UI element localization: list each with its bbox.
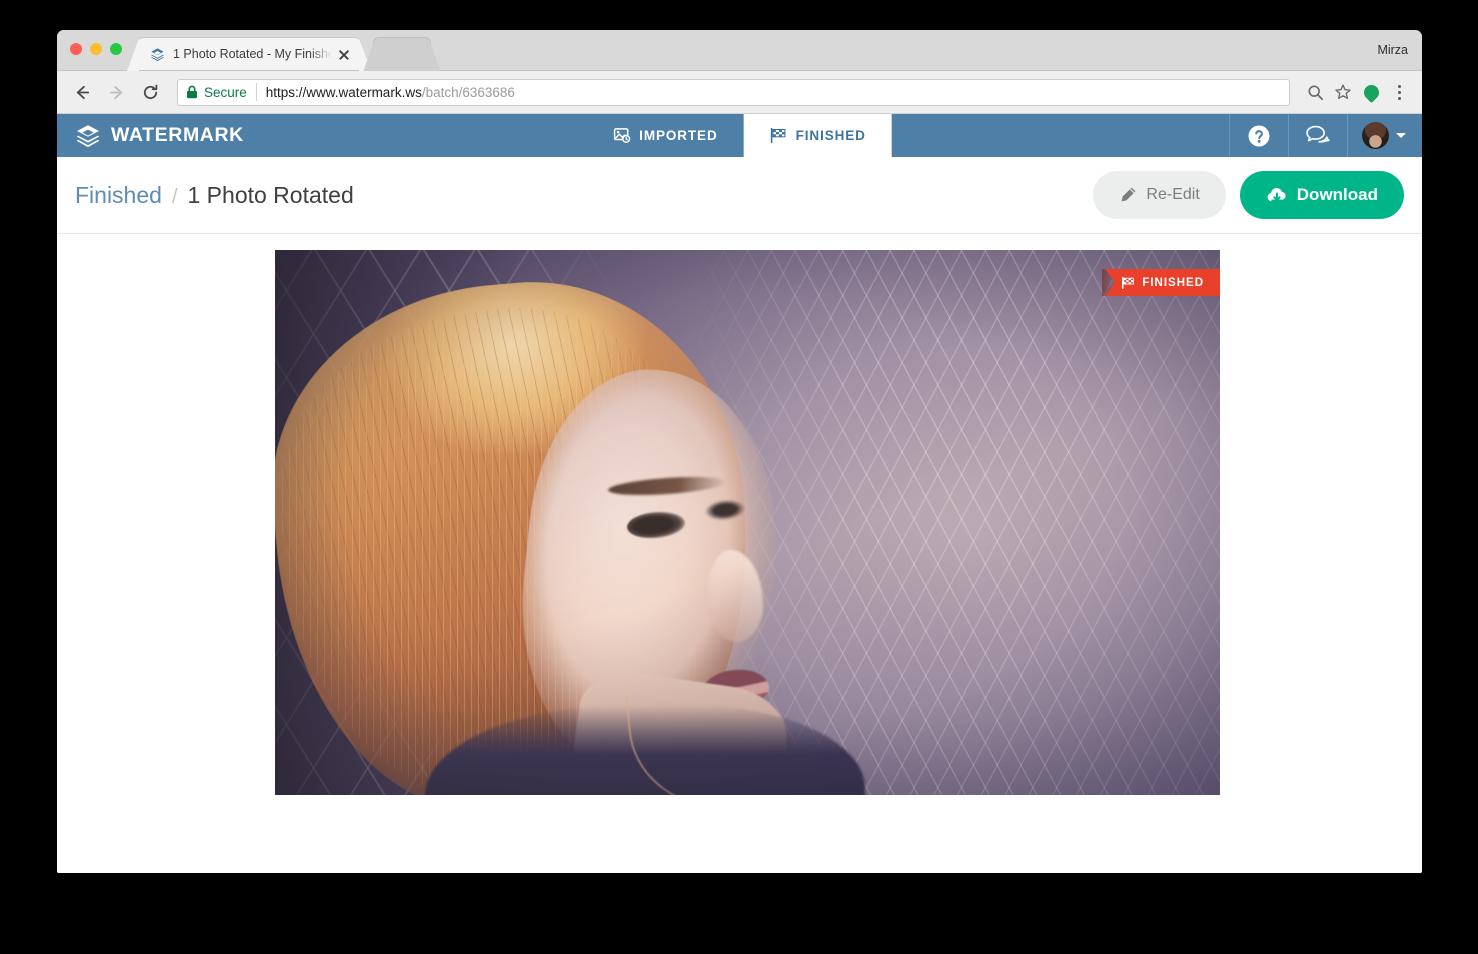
browser-account-button[interactable] [1358,79,1384,105]
arrow-left-icon [76,85,89,99]
tab-imported-label: IMPORTED [639,128,718,143]
lock-icon [186,85,198,99]
page-title: 1 Photo Rotated [187,181,354,208]
browser-tab[interactable]: 1 Photo Rotated - My Finished [137,37,361,70]
arrow-right-icon [109,85,122,99]
brand-logo[interactable]: WATERMARK [57,114,244,157]
checkered-flag-icon [770,128,786,143]
browser-tab-strip: 1 Photo Rotated - My Finished Mirza [57,30,1422,71]
browser-profile-name[interactable]: Mirza [1377,43,1408,57]
account-menu[interactable] [1347,114,1422,157]
page-actions: Re-Edit Download [1093,171,1404,219]
checkered-flag-icon [1122,276,1135,289]
browser-window: 1 Photo Rotated - My Finished Mirza Secu… [57,30,1422,873]
browser-tab-title: 1 Photo Rotated - My Finished [173,46,332,61]
chat-button[interactable] [1288,114,1347,157]
help-button[interactable] [1229,114,1288,157]
minimize-window-button[interactable] [90,43,102,55]
avatar [1362,122,1389,149]
security-label: Secure [204,84,247,100]
finished-photo[interactable]: FINISHED [275,250,1220,795]
chat-bubbles-icon [1305,125,1330,143]
photo-artwork [275,250,1220,795]
question-circle-icon [1248,125,1270,146]
main-nav-tabs: IMPORTED FINISHED [587,114,892,157]
pencil-icon [1122,187,1136,202]
brand-name: WATERMARK [111,124,244,146]
web-page: WATERMARK IMPORTED FINISHED Finished / 1… [57,114,1422,873]
tab-imported[interactable]: IMPORTED [587,114,743,157]
breadcrumb-bar: Finished / 1 Photo Rotated Re-Edit Downl… [57,157,1422,234]
reload-button[interactable] [135,77,165,107]
re-edit-label: Re-Edit [1146,186,1200,203]
cloud-download-icon [1267,187,1286,201]
magnifier-icon [1307,84,1323,100]
kebab-menu-icon [1389,82,1409,102]
browser-toolbar: Secure https://www.watermark.ws/batch/63… [57,71,1422,114]
download-button[interactable]: Download [1239,171,1404,219]
address-bar-url: https://www.watermark.ws/batch/6363686 [265,84,515,100]
app-header: WATERMARK IMPORTED FINISHED [57,114,1422,157]
image-clock-icon [613,128,630,143]
watermark-layers-icon [151,47,164,61]
zoom-indicator-button[interactable] [1302,79,1328,105]
tab-finished[interactable]: FINISHED [743,114,892,157]
back-button[interactable] [67,77,97,107]
close-window-button[interactable] [70,43,82,55]
header-actions [1229,114,1422,157]
desktop-backdrop: 1 Photo Rotated - My Finished Mirza Secu… [0,0,1478,954]
photo-highlight-lift [275,250,1220,795]
reload-icon [143,84,157,99]
address-bar[interactable]: Secure https://www.watermark.ws/batch/63… [177,78,1290,106]
browser-menu-button[interactable] [1386,79,1412,105]
photo-canvas: FINISHED [57,234,1422,872]
star-icon [1335,84,1351,99]
bookmark-button[interactable] [1330,79,1356,105]
forward-button[interactable] [101,77,131,107]
re-edit-button[interactable]: Re-Edit [1093,171,1226,219]
chevron-down-icon [1396,133,1406,138]
download-label: Download [1296,185,1378,204]
breadcrumb-parent-link[interactable]: Finished [75,182,162,209]
watermark-layers-icon [75,123,101,149]
status-badge-label: FINISHED [1142,276,1204,289]
omnibox-divider [255,83,257,101]
breadcrumb-separator: / [171,185,178,208]
status-badge: FINISHED [1105,269,1220,296]
close-icon[interactable] [336,46,352,62]
maximize-window-button[interactable] [110,43,122,55]
breadcrumb: Finished / 1 Photo Rotated [75,182,354,209]
tab-finished-label: FINISHED [795,128,866,143]
background-tab[interactable] [373,37,431,71]
window-traffic-lights [70,43,122,55]
green-avatar-icon [1360,81,1382,103]
